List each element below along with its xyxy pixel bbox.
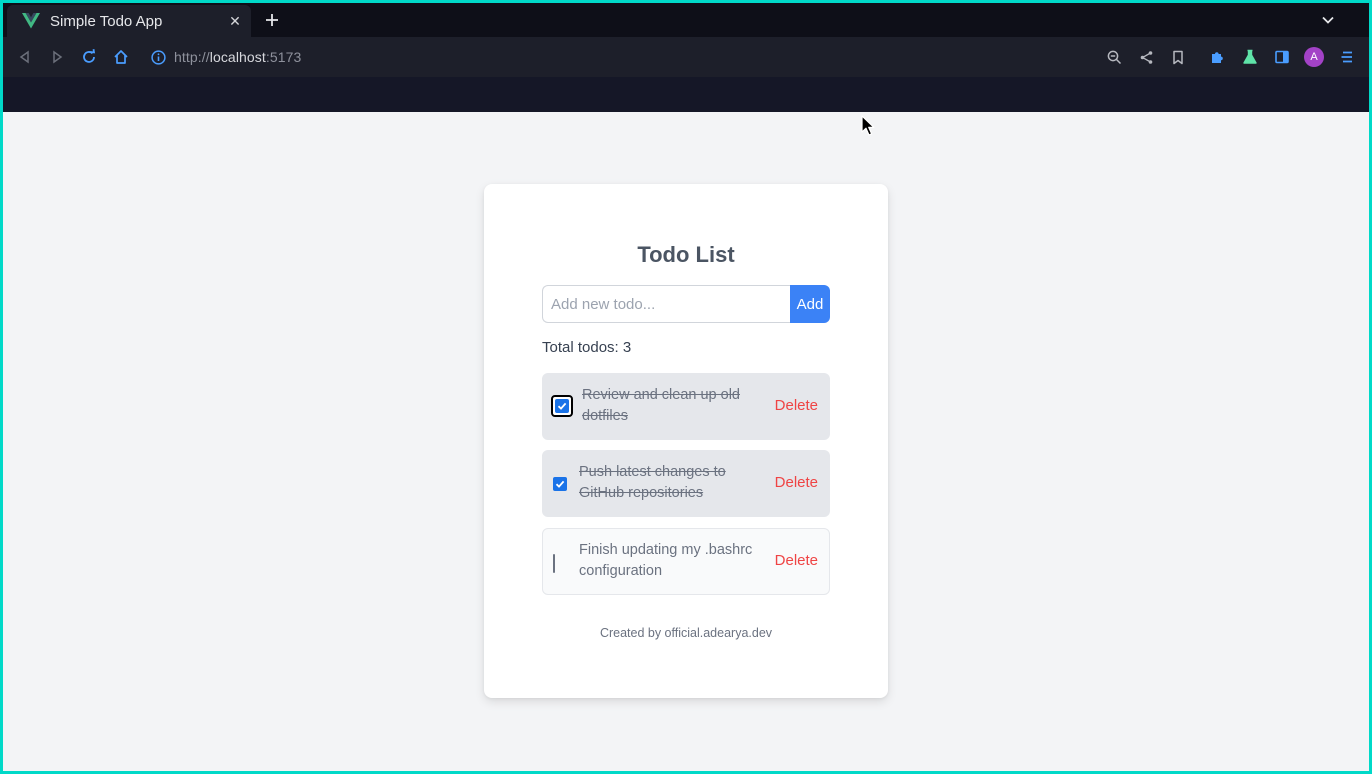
total-todos-count: Total todos: 3 — [542, 339, 632, 356]
puzzle-icon[interactable] — [1207, 46, 1229, 68]
url-host: localhost — [209, 49, 266, 65]
flask-icon[interactable] — [1239, 46, 1261, 68]
arrow-right-icon[interactable] — [46, 46, 68, 68]
todo-text: Push latest changes to GitHub repositori… — [579, 464, 726, 501]
plus-icon[interactable] — [263, 11, 281, 29]
browser-window: Simple Todo App ✕ http://localhost:5173 — [3, 3, 1369, 771]
sidebar-icon[interactable] — [1271, 46, 1293, 68]
info-icon[interactable] — [151, 49, 166, 65]
menu-icon[interactable] — [1336, 46, 1358, 68]
navigation-bar: http://localhost:5173 A — [3, 37, 1369, 77]
home-icon[interactable] — [110, 46, 132, 68]
page-title: Todo List — [637, 242, 735, 267]
todo-checkbox[interactable] — [553, 477, 567, 491]
todo-checkbox[interactable] — [551, 395, 573, 417]
new-todo-input[interactable] — [542, 285, 790, 323]
delete-button[interactable]: Delete — [775, 552, 818, 569]
url-scheme: http:// — [174, 49, 210, 65]
todo-text: Finish updating my .bashrc configuration — [579, 542, 753, 579]
todo-card: Todo List Add Total todos: 3 Review and … — [484, 184, 888, 698]
delete-button[interactable]: Delete — [775, 474, 818, 491]
close-icon[interactable]: ✕ — [228, 13, 242, 30]
share-icon[interactable] — [1135, 46, 1157, 68]
url-text: http://localhost:5173 — [174, 49, 301, 65]
add-button[interactable]: Add — [790, 285, 830, 323]
todo-checkbox[interactable] — [553, 554, 567, 573]
delete-button[interactable]: Delete — [775, 397, 818, 414]
arrow-left-icon[interactable] — [14, 46, 36, 68]
mouse-cursor-icon — [861, 115, 875, 137]
tab-title: Simple Todo App — [50, 12, 163, 30]
zoom-icon[interactable] — [1103, 46, 1125, 68]
tab-bar: Simple Todo App ✕ — [3, 3, 1369, 37]
tab-simple-todo-app[interactable]: Simple Todo App ✕ — [7, 5, 251, 37]
footer-credit: Created by official.adearya.dev — [599, 626, 773, 640]
chevron-down-icon[interactable] — [1321, 13, 1335, 27]
avatar[interactable]: A — [1304, 47, 1324, 67]
list-item: Push latest changes to GitHub repositori… — [542, 450, 830, 517]
list-item: Finish updating my .bashrc configuration… — [542, 528, 830, 595]
bookmarks-toolbar — [3, 77, 1369, 112]
bookmark-icon[interactable] — [1167, 46, 1189, 68]
list-item: Review and clean up old dotfiles Delete — [542, 373, 830, 440]
todo-text: Review and clean up old dotfiles — [582, 387, 740, 424]
vue-logo-icon — [22, 13, 40, 29]
url-port: :5173 — [265, 49, 302, 65]
reload-icon[interactable] — [78, 46, 100, 68]
add-todo-form: Add — [542, 285, 830, 323]
address-bar[interactable]: http://localhost:5173 — [151, 45, 301, 69]
